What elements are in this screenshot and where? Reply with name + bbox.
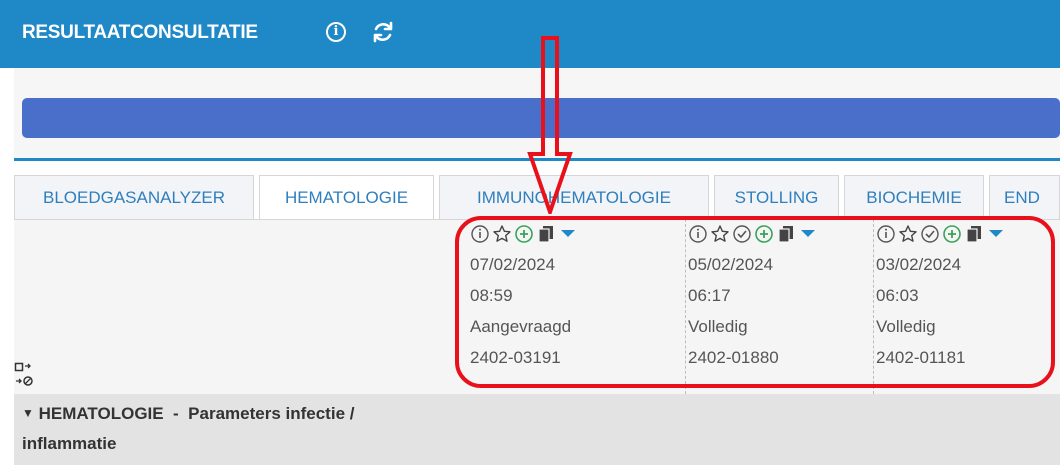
tab-bar: BLOEDGASANALYZER HEMATOLOGIE IMMUNOHEMAT… <box>14 175 1060 221</box>
result-status: Aangevraagd <box>470 317 572 336</box>
column-actions <box>470 219 660 249</box>
info-icon[interactable] <box>688 224 708 244</box>
check-circle-icon[interactable] <box>920 224 940 244</box>
result-time: 06:17 <box>688 286 731 305</box>
result-time: 08:59 <box>470 286 513 305</box>
info-icon[interactable] <box>470 224 490 244</box>
result-column: 03/02/2024 06:03 Volledig 2402-01181 <box>873 219 1056 394</box>
info-icon[interactable]: i <box>326 22 346 42</box>
section-header[interactable]: ▼ HEMATOLOGIE - Parameters infectie / in… <box>14 394 1060 465</box>
collapse-caret-icon[interactable]: ▼ <box>22 406 34 420</box>
tab-endocrinologie[interactable]: END <box>989 175 1060 219</box>
plus-circle-icon[interactable] <box>942 224 962 244</box>
info-icon[interactable] <box>876 224 896 244</box>
section-title-line2: inflammatie <box>22 434 117 453</box>
tab-biochemie[interactable]: BIOCHEMIE <box>844 175 984 219</box>
tab-stolling[interactable]: STOLLING <box>714 175 839 219</box>
page-title: RESULTAATCONSULTATIE <box>22 22 258 43</box>
result-id: 2402-03191 <box>470 348 561 367</box>
section-title-line1: HEMATOLOGIE - Parameters infectie / <box>38 404 355 423</box>
column-actions <box>688 219 878 249</box>
dropdown-icon[interactable] <box>986 224 1006 244</box>
tab-hematologie[interactable]: HEMATOLOGIE <box>259 175 434 221</box>
dropdown-icon[interactable] <box>798 224 818 244</box>
result-column: 07/02/2024 08:59 Aangevraagd 2402-03191 <box>470 219 660 394</box>
column-actions <box>876 219 1056 249</box>
result-id: 2402-01880 <box>688 348 779 367</box>
plus-circle-icon[interactable] <box>514 224 534 244</box>
refresh-icon[interactable] <box>371 20 395 44</box>
result-status: Volledig <box>688 317 748 336</box>
result-id: 2402-01181 <box>876 348 966 367</box>
result-date: 07/02/2024 <box>470 255 556 274</box>
star-icon[interactable] <box>898 224 918 244</box>
dropdown-icon[interactable] <box>558 224 578 244</box>
section-title: ▼ HEMATOLOGIE - Parameters infectie / <box>22 404 354 424</box>
star-icon[interactable] <box>710 224 730 244</box>
result-time: 06:03 <box>876 286 919 305</box>
result-date: 03/02/2024 <box>876 255 962 274</box>
copy-icon[interactable] <box>776 224 796 244</box>
copy-icon[interactable] <box>964 224 984 244</box>
result-column: 05/02/2024 06:17 Volledig 2402-01880 <box>685 219 878 394</box>
result-date: 05/02/2024 <box>688 255 774 274</box>
layout-toggle-icon[interactable] <box>14 362 34 388</box>
tab-bloedgasanalyzer[interactable]: BLOEDGASANALYZER <box>14 175 254 219</box>
star-icon[interactable] <box>492 224 512 244</box>
app-header: RESULTAATCONSULTATIE i <box>0 0 1060 68</box>
divider <box>14 158 1060 161</box>
tab-immunohematologie[interactable]: IMMUNOHEMATOLOGIE <box>439 175 709 219</box>
result-status: Volledig <box>876 317 936 336</box>
primary-action-bar[interactable] <box>22 98 1060 138</box>
plus-circle-icon[interactable] <box>754 224 774 244</box>
check-circle-icon[interactable] <box>732 224 752 244</box>
copy-icon[interactable] <box>536 224 556 244</box>
